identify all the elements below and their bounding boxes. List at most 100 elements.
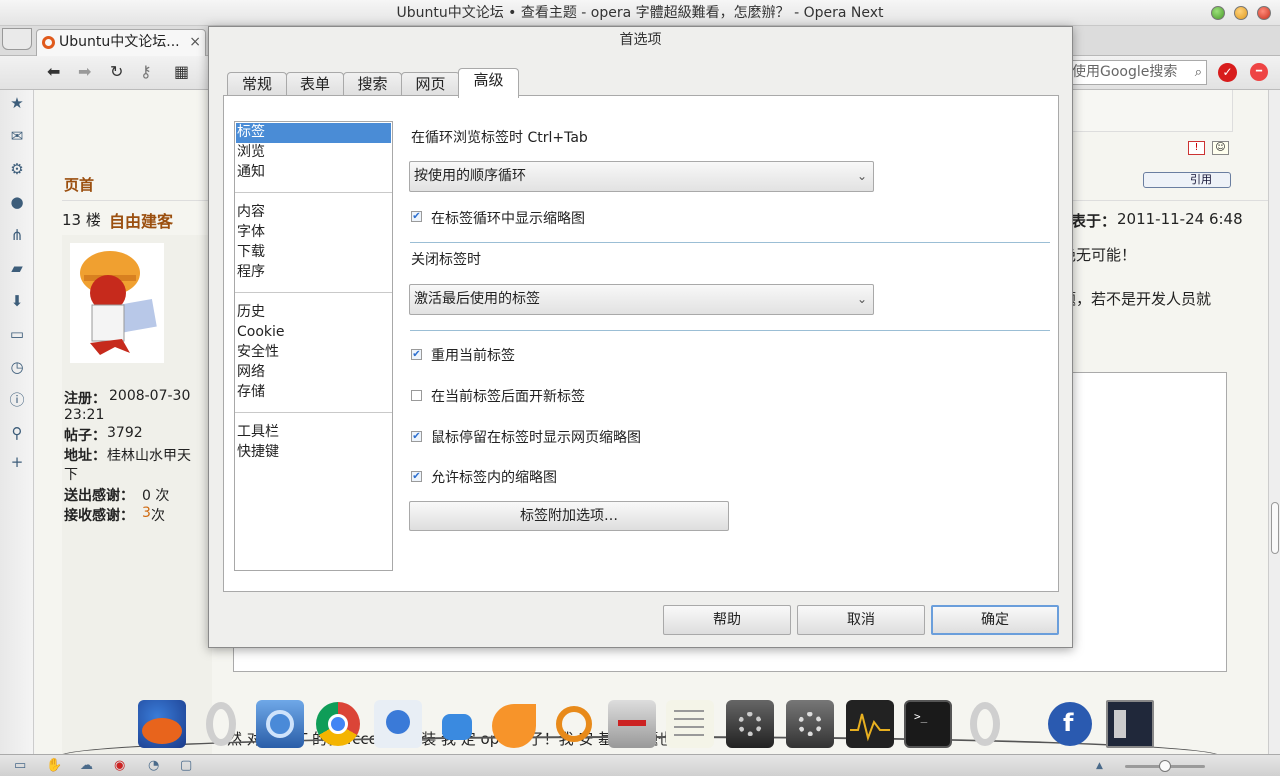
help-button[interactable]: 帮助 <box>663 605 791 635</box>
speed-dial-icon[interactable]: ▦ <box>174 62 189 81</box>
panel-toggle-icon[interactable]: ▭ <box>14 758 26 773</box>
updown-icon[interactable] <box>608 700 656 748</box>
posted-label: 表于： <box>1071 212 1117 230</box>
category-storage[interactable]: 存储 <box>236 383 391 403</box>
ok-button[interactable]: 确定 <box>931 605 1059 635</box>
monitor-graph <box>850 713 890 742</box>
tab-webpages[interactable]: 网页 <box>401 72 460 97</box>
orange-icon[interactable] <box>488 700 536 748</box>
category-security[interactable]: 安全性 <box>236 343 391 363</box>
category-shortcuts[interactable]: 快捷键 <box>236 443 391 463</box>
top-link[interactable]: 页首 <box>64 174 94 195</box>
thanks-recv-label: 接收感谢： <box>64 508 134 524</box>
key-icon[interactable]: ⚷ <box>140 62 152 81</box>
cloud-icon[interactable]: ☁ <box>80 758 93 773</box>
adblock-icon[interactable]: ✓ <box>1218 63 1237 82</box>
page-icon[interactable]: ▢ <box>180 758 192 773</box>
empathy-icon[interactable] <box>374 700 422 748</box>
tab-close-icon[interactable]: × <box>189 30 201 55</box>
system-monitor-icon[interactable] <box>846 700 894 748</box>
history-icon[interactable]: ◷ <box>8 358 26 376</box>
posts-label: 帖子： <box>64 428 106 444</box>
scrollbar-thumb[interactable] <box>1271 502 1279 554</box>
back-icon[interactable]: ⬅ <box>47 62 60 81</box>
tab-general[interactable]: 常规 <box>227 72 287 97</box>
tab-thumbnails-checkbox[interactable]: ✔ <box>411 471 422 482</box>
tab-search[interactable]: 搜索 <box>343 72 402 97</box>
tab-advanced[interactable]: 高级 <box>458 68 519 98</box>
settings-icon[interactable] <box>726 700 774 748</box>
category-tabs[interactable]: 标签 <box>236 123 391 143</box>
forward-icon[interactable]: ➡ <box>78 62 91 81</box>
close-window-button[interactable] <box>1257 6 1271 20</box>
category-downloads[interactable]: 下载 <box>236 243 391 263</box>
opera-menu-button[interactable] <box>2 28 32 50</box>
info-icon[interactable]: ⓘ <box>8 391 26 409</box>
category-divider <box>235 412 392 413</box>
category-notifications[interactable]: 通知 <box>236 163 391 183</box>
search-input[interactable]: 使用Google搜索 ⌕ <box>1065 60 1207 85</box>
tab-extra-options-button[interactable]: 标签附加选项… <box>409 501 729 531</box>
zoom-slider-thumb[interactable] <box>1159 760 1171 772</box>
category-history[interactable]: 历史 <box>236 303 391 323</box>
category-programs[interactable]: 程序 <box>236 263 391 283</box>
preferences-dialog: 首选项 常规 表单 搜索 网页 高级 标签 浏览 通知 内容 字体 下载 程序 … <box>208 26 1073 648</box>
mail-icon[interactable]: ✉ <box>8 127 26 145</box>
reload-icon[interactable]: ↻ <box>110 62 123 81</box>
text-editor-icon[interactable] <box>666 700 714 748</box>
firefox-icon[interactable] <box>138 700 186 748</box>
quote-button[interactable]: 引用 <box>1143 172 1231 188</box>
category-toolbars[interactable]: 工具栏 <box>236 423 391 443</box>
thanks-icon[interactable]: ☺ <box>1212 141 1229 155</box>
reuse-tab-checkbox[interactable]: ✔ <box>411 349 422 360</box>
browser-tab[interactable]: Ubuntu中文论坛... × <box>36 29 206 56</box>
close-tab-select[interactable]: 激活最后使用的标签 ⌄ <box>409 284 874 315</box>
downloads-icon[interactable]: ⬇ <box>8 292 26 310</box>
report-icon[interactable]: ! <box>1188 141 1205 155</box>
author-name[interactable]: 自由建客 <box>109 208 173 232</box>
category-browsing[interactable]: 浏览 <box>236 143 391 163</box>
robot-icon[interactable] <box>432 700 480 748</box>
cycle-thumbnails-checkbox[interactable]: ✔ <box>411 211 422 222</box>
chevron-down-icon: ⌄ <box>856 169 867 183</box>
zoom-up-icon[interactable]: ▲ <box>1096 761 1103 771</box>
chat-icon[interactable]: ▭ <box>8 325 26 343</box>
workspace-icon[interactable] <box>1106 700 1154 748</box>
fedora-icon[interactable]: f <box>1046 700 1094 748</box>
cycle-order-select[interactable]: 按使用的顺序循环 ⌄ <box>409 161 874 192</box>
category-content[interactable]: 内容 <box>236 203 391 223</box>
opera2-icon[interactable] <box>962 700 1010 748</box>
minimize-button[interactable] <box>1211 6 1225 20</box>
posted-date: 2011-11-24 6:48 <box>1117 210 1243 228</box>
category-cookies[interactable]: Cookie <box>236 323 391 343</box>
transmission-icon[interactable] <box>550 700 598 748</box>
bookmarks-icon[interactable]: ★ <box>8 94 26 112</box>
category-fonts[interactable]: 字体 <box>236 223 391 243</box>
chromium-icon[interactable] <box>256 700 304 748</box>
cancel-button[interactable]: 取消 <box>797 605 925 635</box>
feeds-icon[interactable]: ⋔ <box>8 226 26 244</box>
turbo-icon[interactable]: ◉ <box>114 758 125 773</box>
contacts-icon[interactable]: ● <box>8 193 26 211</box>
hover-thumbnail-checkbox[interactable]: ✔ <box>411 431 422 442</box>
add-panel-icon[interactable]: + <box>8 453 26 471</box>
search-icon[interactable]: ⌕ <box>1195 61 1202 84</box>
category-network[interactable]: 网络 <box>236 363 391 383</box>
tab-forms[interactable]: 表单 <box>286 72 344 97</box>
terminal-icon[interactable]: >_ <box>904 700 952 748</box>
hand-icon[interactable]: ✋ <box>46 758 62 773</box>
register-date: 2008-07-30 <box>109 388 191 404</box>
opera-icon[interactable] <box>198 700 246 748</box>
settings2-icon[interactable] <box>786 700 834 748</box>
chrome-icon[interactable] <box>314 700 362 748</box>
maximize-button[interactable] <box>1234 6 1248 20</box>
gear-icon[interactable]: ⚙ <box>8 160 26 178</box>
thanks-given-value: 0 次 <box>142 488 170 504</box>
search-panel-icon[interactable]: ⚲ <box>8 424 26 442</box>
page-scrollbar[interactable] <box>1268 90 1280 754</box>
open-after-current-checkbox[interactable] <box>411 390 422 401</box>
speedometer-icon[interactable]: ◔ <box>148 758 159 773</box>
minus-icon[interactable]: ━ <box>1250 63 1268 81</box>
close-tab-value: 激活最后使用的标签 <box>414 291 540 307</box>
notes-icon[interactable]: ▰ <box>8 259 26 277</box>
